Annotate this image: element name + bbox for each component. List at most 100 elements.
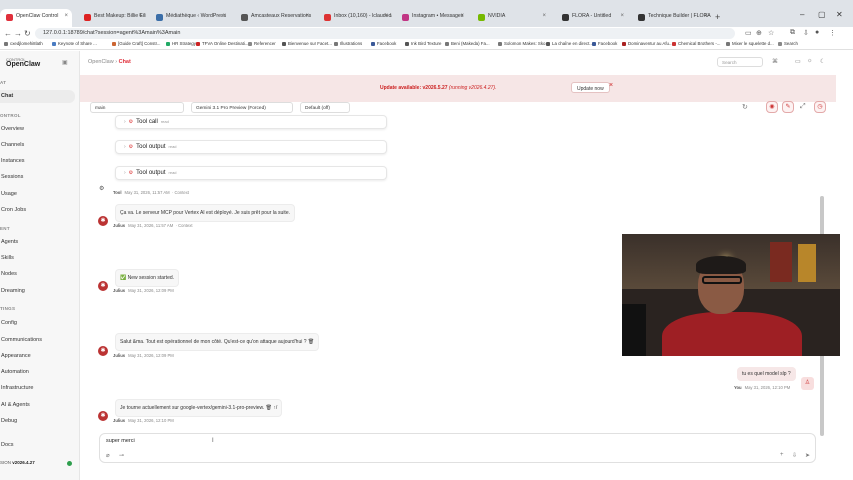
tab-close-icon[interactable]: ×: [138, 13, 142, 19]
sidebar-item-dreaming[interactable]: Dreaming: [0, 285, 75, 298]
composer-input[interactable]: super merci: [106, 438, 135, 444]
sidebar-item-communications[interactable]: Communications: [0, 334, 75, 347]
browser-tab[interactable]: Instagram • Messages ×: [396, 9, 468, 27]
refresh-icon[interactable]: ↻: [742, 103, 748, 111]
tab-close-icon[interactable]: ×: [64, 13, 68, 19]
sidebar-item-infrastructure[interactable]: Infrastructure: [0, 382, 75, 395]
model-select[interactable]: Gemini 3.1 Pro Preview (Forced): [191, 102, 293, 113]
assistant-context-link[interactable]: Context: [178, 223, 192, 228]
browser-tab[interactable]: Médiathèque ‹ WordPress ×: [150, 9, 230, 27]
bookmark-item[interactable]: Beni (Makeda) Fa...: [445, 41, 490, 46]
browser-tab[interactable]: Amcasteaux Reservations ×: [235, 9, 313, 27]
browser-tab[interactable]: OpenClaw Control ×: [0, 9, 72, 27]
sidebar-item-instances[interactable]: Instances: [0, 155, 75, 168]
close-window-icon[interactable]: ✕: [836, 10, 843, 19]
wrench-icon[interactable]: ✎: [782, 101, 794, 113]
zoom-icon[interactable]: ⊕: [756, 29, 762, 37]
sun-icon[interactable]: ☼: [807, 58, 813, 64]
bookmark-item[interactable]: HR Strategy: [166, 41, 196, 46]
sidebar-item-nodes[interactable]: Nodes: [0, 268, 75, 281]
bookmark-item[interactable]: Bienvenue sur Facet...: [282, 41, 332, 46]
bookmark-favicon-icon: [282, 42, 286, 46]
sidebar-item-chat[interactable]: Chat: [0, 90, 75, 103]
bookmark-item[interactable]: Facebook: [592, 41, 617, 46]
bookmark-item[interactable]: Chemical Brothers -...: [672, 41, 720, 46]
focus-icon[interactable]: ⤢: [800, 103, 806, 111]
update-now-button[interactable]: Update now: [571, 82, 610, 93]
voice-icon[interactable]: ⊸: [119, 452, 124, 459]
bookmark-item[interactable]: TFVA Online Destinati...: [196, 41, 249, 46]
brain-icon[interactable]: ◉: [766, 101, 778, 113]
browser-tab[interactable]: Inbox (10,160) - lclaudedangeon×: [318, 9, 392, 27]
export-icon[interactable]: ⇩: [792, 452, 797, 459]
bookmark-item[interactable]: La chaîne en direct...: [546, 41, 593, 46]
tool-card[interactable]: › ⚙ Tool output read: [115, 140, 387, 154]
sidebar-item-appearance[interactable]: Appearance: [0, 350, 75, 363]
search-input[interactable]: Search: [717, 57, 763, 67]
sidebar-item-docs[interactable]: Docs: [0, 439, 75, 452]
reload-icon[interactable]: ↻: [24, 29, 31, 38]
bookmark-item[interactable]: Solomon Makes: Sko...: [498, 41, 549, 46]
profile-icon[interactable]: ●: [815, 29, 819, 36]
browser-tab[interactable]: Best Makeup: Billie Eilish, Li×: [78, 9, 146, 27]
bookmark-item[interactable]: Facebook: [371, 41, 396, 46]
bookmark-star-icon[interactable]: ☆: [768, 29, 774, 37]
tab-close-icon[interactable]: ×: [305, 13, 309, 19]
tab-close-icon[interactable]: ×: [704, 13, 708, 19]
tab-close-icon[interactable]: ×: [542, 13, 546, 19]
session-select[interactable]: main: [90, 102, 184, 113]
tab-close-icon[interactable]: ×: [460, 13, 464, 19]
bookmark-item[interactable]: Illustrations: [334, 41, 362, 46]
sidebar-item-usage[interactable]: Usage: [0, 188, 75, 201]
monitor-icon[interactable]: ▭: [795, 58, 801, 65]
extensions-icon[interactable]: ⧉: [790, 29, 795, 37]
maximize-icon[interactable]: ▢: [818, 10, 826, 19]
url-input[interactable]: 127.0.0.1:18789/chat?session=agent%3Amai…: [35, 28, 735, 39]
sidebar-item-automation[interactable]: Automation: [0, 366, 75, 379]
new-tab-button[interactable]: +: [715, 12, 720, 22]
send-icon[interactable]: ➤: [805, 452, 810, 459]
sidebar-item-debug[interactable]: Debug: [0, 415, 75, 428]
screen-cast-icon[interactable]: ▭: [745, 29, 752, 37]
browser-tab[interactable]: Technique Builder | FLORA Docs×: [632, 9, 712, 27]
sidebar-collapse-icon[interactable]: ▣: [62, 59, 68, 66]
sidebar-item-cron-jobs[interactable]: Cron Jobs: [0, 204, 75, 217]
new-session-icon[interactable]: +: [780, 452, 784, 458]
sidebar-item-skills[interactable]: Skills: [0, 252, 75, 265]
sidebar-item-sessions[interactable]: Sessions: [0, 171, 75, 184]
browser-tab[interactable]: FLORA - Untitled ×: [556, 9, 628, 27]
download-icon[interactable]: ⇩: [803, 29, 809, 37]
bookmark-item[interactable]: Mixer le squelette d...: [726, 41, 774, 46]
thinking-select[interactable]: Default (off): [300, 102, 350, 113]
tool-card[interactable]: › ⚙ Tool call read: [115, 115, 387, 129]
moon-icon[interactable]: ☾: [820, 58, 825, 65]
bookmark-item[interactable]: Referencer: [248, 41, 276, 46]
tab-close-icon[interactable]: ×: [620, 13, 624, 19]
sidebar-item-config[interactable]: Config: [0, 317, 75, 330]
bookmark-item[interactable]: Ink Bird Texture: [405, 41, 441, 46]
tab-close-icon[interactable]: ×: [222, 13, 226, 19]
sidebar-item-overview[interactable]: Overview: [0, 123, 75, 136]
bookmark-item[interactable]: [Guide Craft] Constr...: [112, 41, 160, 46]
minimize-icon[interactable]: –: [800, 10, 804, 19]
close-banner-icon[interactable]: ×: [609, 82, 613, 89]
menu-icon[interactable]: ⋮: [829, 29, 836, 37]
tool-card[interactable]: › ⚙ Tool output read: [115, 166, 387, 180]
sidebar-item-channels[interactable]: Channels: [0, 139, 75, 152]
sidebar-item-ai-agents[interactable]: AI & Agents: [0, 399, 75, 412]
breadcrumb-parent[interactable]: OpenClaw: [88, 59, 114, 65]
bookmark-label: Beni (Makeda) Fa...: [451, 41, 490, 46]
tool-context-link[interactable]: Context: [175, 190, 189, 195]
bookmark-item[interactable]: Search: [778, 41, 798, 46]
browser-tab[interactable]: NVIDIA ×: [472, 9, 550, 27]
attach-icon[interactable]: ⌀: [106, 452, 110, 459]
tab-close-icon[interactable]: ×: [384, 13, 388, 19]
message-composer[interactable]: super merci I ⌀ ⊸ + ⇩ ➤: [99, 433, 816, 463]
clock-icon[interactable]: ◷: [814, 101, 826, 113]
bookmark-item[interactable]: Keynote of Share ...: [52, 41, 97, 46]
back-icon[interactable]: ←: [4, 29, 12, 38]
forward-icon[interactable]: →: [14, 29, 22, 38]
bookmark-item[interactable]: Dominaventur au Afu...: [622, 41, 673, 46]
sidebar-item-agents[interactable]: Agents: [0, 236, 75, 249]
bookmark-item[interactable]: cxedjlomehi8lath: [4, 41, 43, 46]
